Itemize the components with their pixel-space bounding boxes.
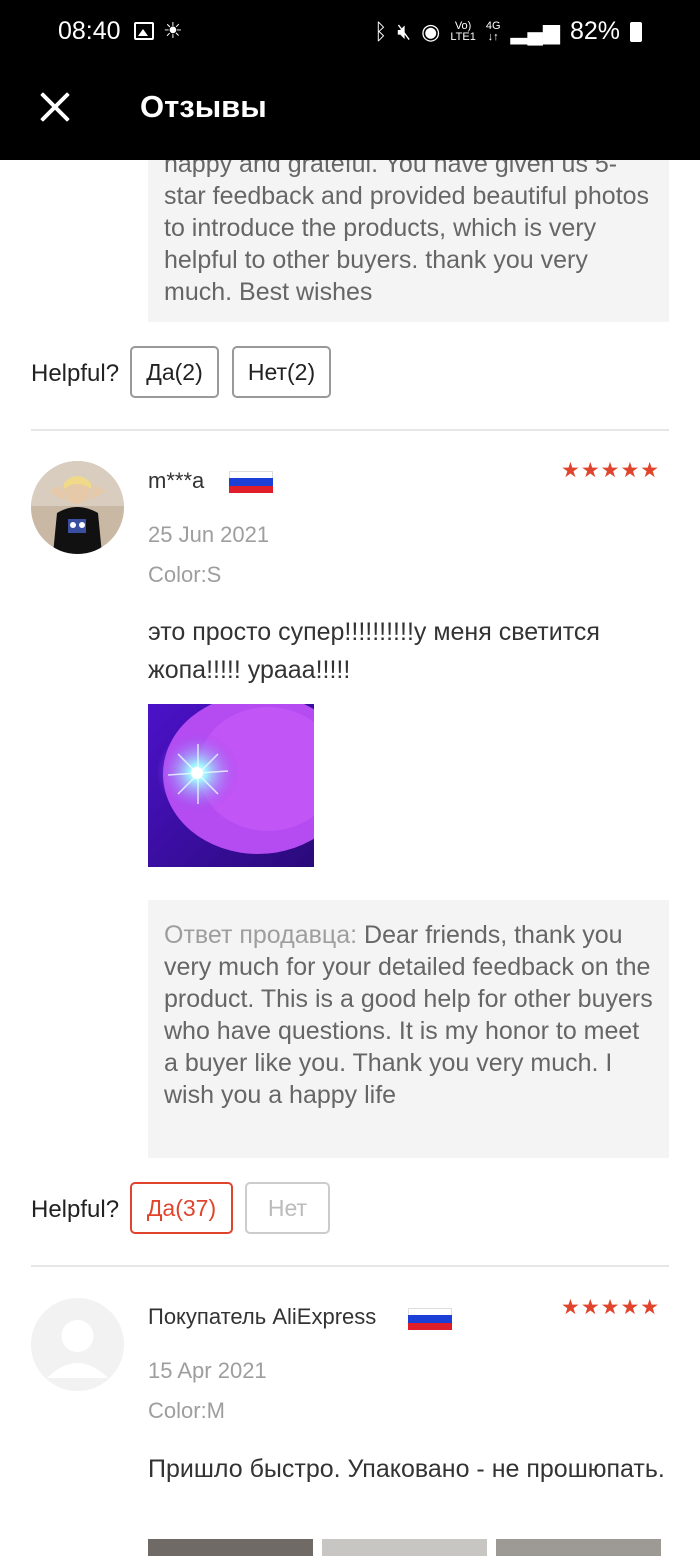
battery-icon	[630, 21, 642, 42]
hotspot-icon: ◉	[421, 18, 441, 44]
review-photo[interactable]	[322, 1539, 487, 1556]
weather-icon: ☀	[163, 18, 183, 43]
helpful-yes-button[interactable]: Да(37)	[130, 1182, 233, 1234]
rating-stars: ★★★★★	[561, 1296, 661, 1319]
status-icons: ᛒ 🔇︎ ◉ Vo) LTE1 4G ↓↑ ▂▄▆ 82%	[374, 17, 642, 46]
seller-reply-label: Ответ продавца:	[164, 921, 358, 949]
status-bar: 08:40 ☀ ᛒ 🔇︎ ◉ Vo) LTE1 4G ↓↑ ▂▄▆ 82%	[0, 0, 700, 66]
close-icon[interactable]	[36, 88, 74, 126]
review-date: 15 Apr 2021	[148, 1358, 267, 1383]
review-photo-image	[148, 704, 314, 867]
seller-reply: Ответ продавца: Dear friends, thank you …	[148, 900, 669, 1158]
helpful-label: Helpful?	[31, 1196, 120, 1223]
reviewer-name: Покупатель AliExpress	[148, 1304, 377, 1329]
review-date: 25 Jun 2021	[148, 522, 270, 547]
mute-icon: 🔇︎	[397, 18, 412, 44]
review-color-option: Color:S	[148, 562, 222, 587]
avatar-photo	[31, 461, 124, 554]
review-divider	[31, 1265, 669, 1267]
avatar[interactable]	[31, 461, 124, 554]
bluetooth-icon: ᛒ	[374, 18, 388, 44]
helpful-yes-button[interactable]: Да(2)	[130, 346, 219, 398]
4g-icon: 4G ↓↑	[485, 19, 501, 43]
default-avatar-icon	[31, 1298, 124, 1391]
review-photo[interactable]	[496, 1539, 661, 1556]
russia-flag-icon	[408, 1308, 452, 1330]
review-photo[interactable]	[148, 1539, 313, 1556]
seller-reply-text: Dear friends, thank you very much for yo…	[164, 921, 653, 1109]
reviewer-name: m***a	[148, 468, 205, 493]
image-icon	[134, 22, 154, 40]
helpful-label: Helpful?	[31, 360, 120, 387]
helpful-no-button[interactable]: Нет	[245, 1182, 330, 1234]
status-time: 08:40	[58, 17, 121, 45]
avatar[interactable]	[31, 1298, 124, 1391]
battery-percent: 82%	[569, 17, 620, 45]
app-header: 08:40 ☀ ᛒ 🔇︎ ◉ Vo) LTE1 4G ↓↑ ▂▄▆ 82% Отзы…	[0, 0, 700, 160]
reviews-list: happy and grateful. You have given us 5-…	[0, 0, 700, 1556]
rating-stars: ★★★★★	[561, 459, 661, 482]
seller-reply-text: happy and grateful. You have given us 5-…	[164, 150, 650, 306]
seller-reply: happy and grateful. You have given us 5-…	[148, 146, 669, 322]
review-text: это просто супер!!!!!!!!!!у меня светитс…	[148, 618, 600, 684]
volte-icon: Vo) LTE1	[450, 19, 476, 43]
review-photo[interactable]	[148, 704, 314, 867]
page-title: Отзывы	[140, 89, 267, 124]
signal-icon: ▂▄▆	[510, 18, 560, 44]
review-text: Пришло быстро. Упаковано - не прошюпать.	[148, 1455, 665, 1483]
helpful-no-button[interactable]: Нет(2)	[232, 346, 331, 398]
review-divider	[31, 429, 669, 431]
russia-flag-icon	[229, 471, 273, 493]
review-color-option: Color:M	[148, 1398, 226, 1423]
